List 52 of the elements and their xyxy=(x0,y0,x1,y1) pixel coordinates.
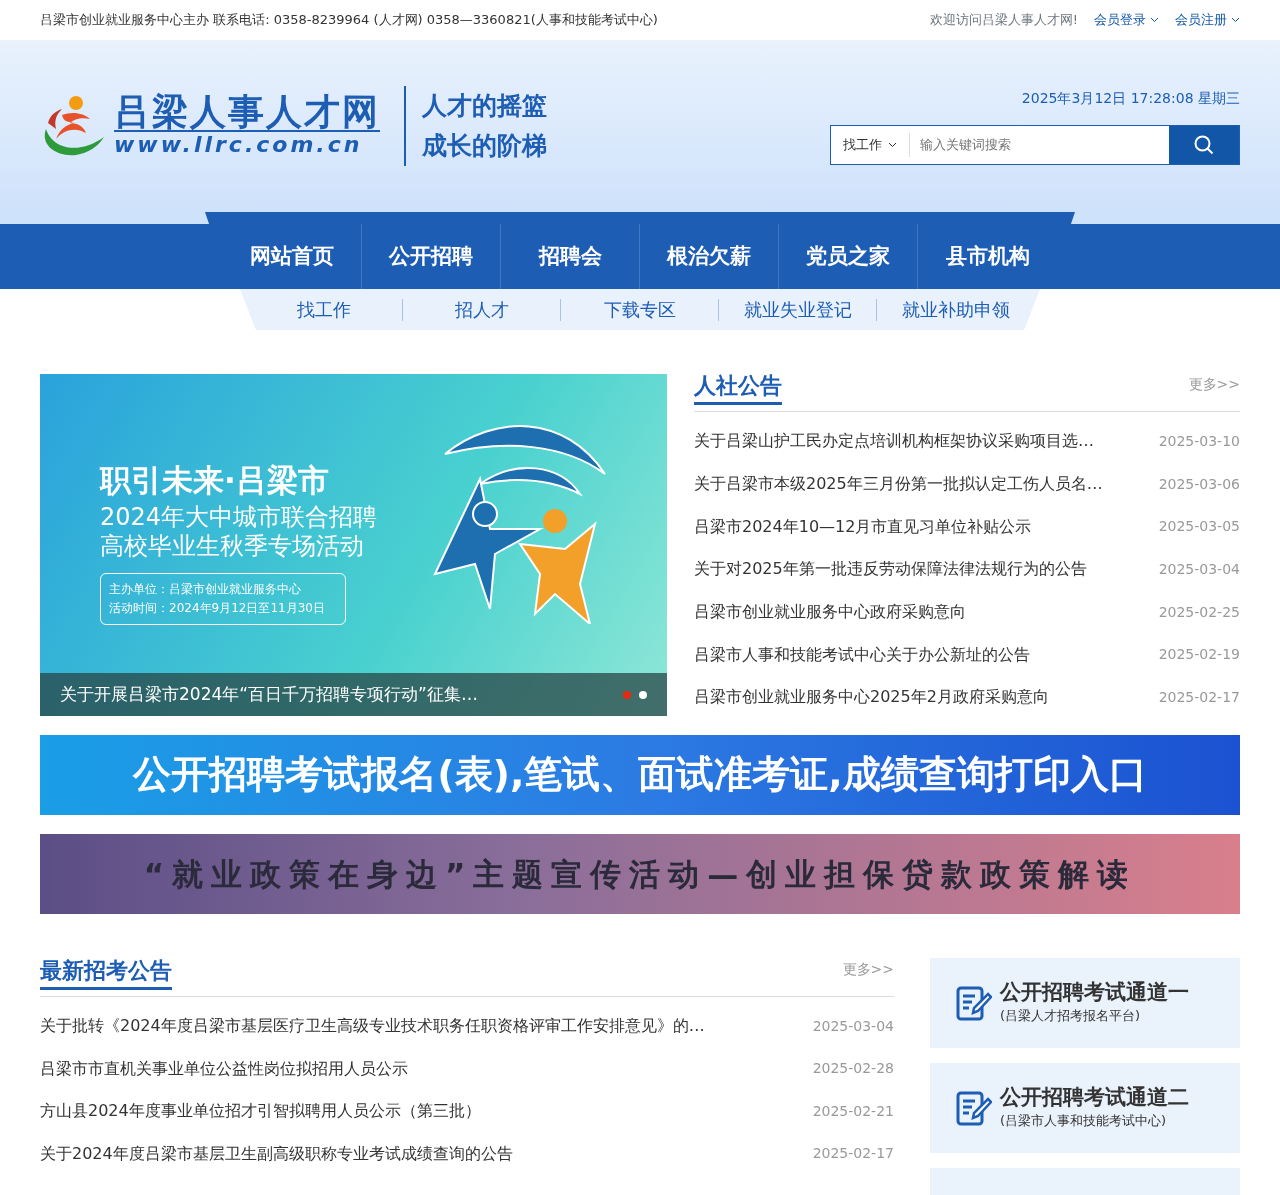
notice-date: 2025-03-04 xyxy=(812,1016,894,1036)
notice-link[interactable]: 关于吕梁山护工民办定点培训机构框架协议采购项目选… xyxy=(694,429,1094,454)
subnav-link[interactable]: 招人才 xyxy=(403,298,561,321)
notice-date: 2025-02-28 xyxy=(812,1059,894,1079)
nav-tab[interactable]: 县市机构 xyxy=(918,224,1057,289)
notice-date: 2025-02-17 xyxy=(812,1144,894,1164)
subnav-link[interactable]: 找工作 xyxy=(245,298,403,321)
sponsor-text: 吕梁市创业就业服务中心主办 联系电话: 0358-8239964 (人才网) 0358—3360821(人事和技能考试中心) xyxy=(40,11,658,30)
notice-link[interactable]: 吕梁市创业就业服务中心政府采购意向 xyxy=(694,600,966,625)
search-icon xyxy=(1194,134,1214,155)
notice-date: 2025-02-21 xyxy=(812,1101,894,1121)
logo-title: 吕梁人事人才网 xyxy=(114,93,380,130)
notice-date: 2025-02-19 xyxy=(1158,645,1240,665)
channel-card[interactable]: 公开招聘考试通道一 (吕梁人才招考报名平台) xyxy=(930,957,1240,1048)
notice-link[interactable]: 关于吕梁市本级2025年三月份第一批拟认定工伤人员名… xyxy=(694,472,1103,497)
search-box[interactable]: 找工作 输入关键词搜索 xyxy=(830,124,1240,165)
slide-info: 主办单位：吕梁市创业就业服务中心 活动时间：2024年9月12日至11月30日 xyxy=(100,572,346,626)
slide-headline: 职引未来·吕梁市 xyxy=(100,462,330,500)
subnav-link[interactable]: 就业失业登记 xyxy=(719,298,877,321)
notice-date: 2025-03-06 xyxy=(1158,474,1240,494)
notice-date: 2025-02-17 xyxy=(1158,687,1240,707)
slogan-text: 人才的摇篮 xyxy=(422,90,547,122)
login-link[interactable]: 会员登录 xyxy=(1094,10,1159,30)
slogan-text: 成长的阶梯 xyxy=(422,130,547,162)
caret-icon xyxy=(1231,17,1240,23)
notice-link[interactable]: 方山县2024年度事业单位招才引智拟聘用人员公示（第三批） xyxy=(40,1099,481,1124)
notice-date: 2025-03-04 xyxy=(1158,559,1240,579)
notice-date: 2025-03-05 xyxy=(1158,517,1240,537)
subnav-link[interactable]: 下载专区 xyxy=(561,298,719,321)
notice-date: 2025-03-10 xyxy=(1158,431,1240,451)
notice-link[interactable]: 关于对2025年第一批违反劳动保障法律法规行为的公告 xyxy=(694,557,1087,582)
channel-card[interactable]: 公开招聘考试通道二 (吕梁市人事和技能考试中心) xyxy=(930,1062,1240,1153)
slide-dot[interactable] xyxy=(639,690,647,699)
slide-subtitle: 2024年大中城市联合招聘 高校毕业生秋季专场活动 xyxy=(100,503,378,561)
datetime-text: 2025年3月12日 17:28:08 星期三 xyxy=(1021,88,1240,108)
notice-date: 2025-02-25 xyxy=(1158,602,1240,622)
notice-link[interactable]: 吕梁市市直机关事业单位公益性岗位拟招用人员公示 xyxy=(40,1056,408,1081)
logo-url: www.llrc.com.cn xyxy=(114,129,380,159)
welcome-text: 欢迎访问吕梁人事人才网! xyxy=(929,11,1078,30)
notice-link[interactable]: 吕梁市创业就业服务中心2025年2月政府采购意向 xyxy=(694,685,1049,710)
notice-link[interactable]: 吕梁市2024年10—12月市直见习单位补贴公示 xyxy=(694,514,1032,539)
search-button[interactable] xyxy=(1169,125,1239,164)
section-title: 人社公告 xyxy=(694,374,782,406)
caret-icon xyxy=(888,141,897,148)
section-title: 最新招考公告 xyxy=(40,958,172,990)
subnav-link[interactable]: 就业补助申领 xyxy=(877,298,1035,321)
caret-icon xyxy=(1150,17,1159,23)
slide-dot[interactable] xyxy=(623,690,631,699)
notice-link[interactable]: 关于批转《2024年度吕梁市基层医疗卫生高级专业技术职务任职资格评审工作安排意见》的… xyxy=(40,1014,705,1039)
notice-link[interactable]: 关于2024年度吕梁市基层卫生副高级职称专业考试成绩查询的公告 xyxy=(40,1141,513,1166)
register-link[interactable]: 会员注册 xyxy=(1175,10,1240,30)
notice-link[interactable]: 吕梁市人事和技能考试中心关于办公新址的公告 xyxy=(694,642,1030,667)
